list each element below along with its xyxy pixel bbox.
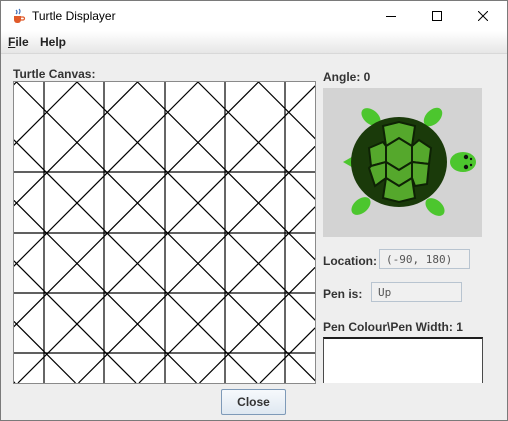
- pen-is-label: Pen is:: [323, 287, 363, 301]
- pen-state-field[interactable]: Up: [371, 282, 462, 302]
- menu-file[interactable]: File: [8, 35, 29, 49]
- turtle-canvas-label: Turtle Canvas:: [13, 67, 96, 81]
- turtle-eye-right: [463, 164, 469, 170]
- java-cup-icon: [14, 8, 26, 23]
- window-title: Turtle Displayer: [32, 9, 116, 23]
- turtle-drawing: [14, 82, 315, 383]
- location-label: Location:: [323, 254, 377, 268]
- turtle-icon: [343, 107, 476, 216]
- maximize-icon: [432, 11, 442, 21]
- turtle-head: [450, 152, 476, 172]
- close-button[interactable]: Close: [221, 389, 286, 415]
- turtle-eye-left: [463, 154, 469, 160]
- menu-file-label: ile: [15, 35, 29, 49]
- turtle-displayer-window: Turtle Displayer File Help Turtle Canvas…: [0, 0, 508, 421]
- close-icon: [478, 11, 488, 21]
- pen-colour-width-label: Pen Colour\Pen Width: 1: [323, 320, 463, 334]
- turtle-canvas[interactable]: [13, 81, 316, 384]
- close-window-button[interactable]: [460, 1, 506, 31]
- minimize-icon: [386, 16, 396, 17]
- pen-colour-preview: [323, 337, 483, 383]
- maximize-button[interactable]: [414, 1, 460, 31]
- minimize-button[interactable]: [368, 1, 414, 31]
- title-bar[interactable]: Turtle Displayer: [1, 1, 507, 31]
- menu-bar: File Help: [1, 31, 507, 54]
- turtle-image-panel: [323, 88, 482, 237]
- angle-label: Angle: 0: [323, 70, 371, 84]
- menu-help[interactable]: Help: [40, 35, 66, 49]
- location-field[interactable]: (-90, 180): [379, 249, 470, 269]
